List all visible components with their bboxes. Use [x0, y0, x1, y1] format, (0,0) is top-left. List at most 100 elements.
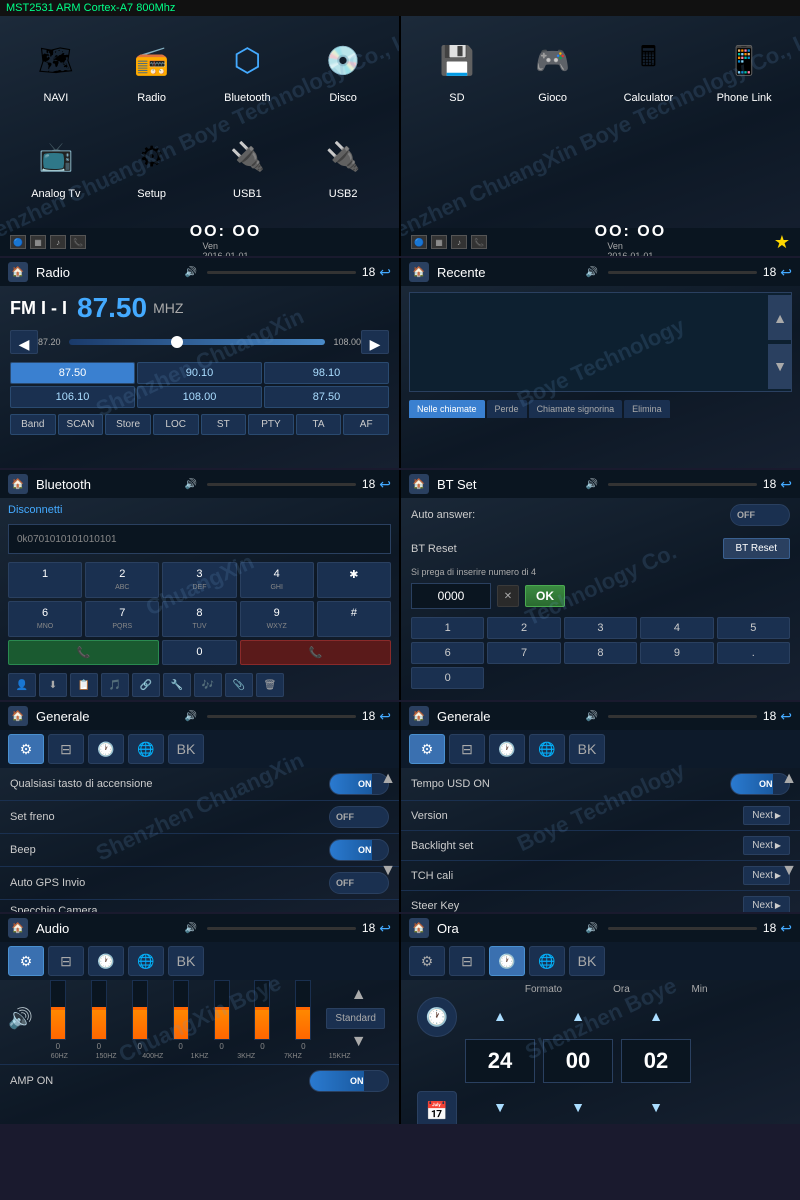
gen2-tab-bk[interactable]: BK — [569, 734, 605, 764]
tab-elimina[interactable]: Elimina — [624, 400, 670, 418]
formato-value[interactable]: 24 — [465, 1039, 535, 1083]
pin-4[interactable]: 4 — [640, 617, 713, 639]
pin-3[interactable]: 3 — [564, 617, 637, 639]
formato-down[interactable]: ▼ — [465, 1099, 535, 1117]
radio-vol-bar[interactable] — [207, 271, 356, 274]
gen1-vol-bar[interactable] — [207, 715, 356, 718]
numpad-call-red[interactable]: 📞 — [240, 640, 391, 665]
gen2-back-btn[interactable]: ↩ — [780, 708, 792, 725]
ora-home-btn[interactable]: 🏠 — [409, 918, 429, 938]
min-value[interactable]: 02 — [621, 1039, 691, 1083]
audio-vol-bar[interactable] — [207, 927, 356, 930]
bt-set-vol-bar[interactable] — [608, 483, 757, 486]
bt-call-log-icon[interactable]: 📋 — [70, 673, 98, 697]
audio-back-btn[interactable]: ↩ — [379, 920, 391, 937]
ora-tab-equalizer[interactable]: ⊟ — [449, 946, 485, 976]
recente-vol-bar[interactable] — [608, 271, 757, 274]
preset-4[interactable]: 106.10 — [10, 386, 135, 408]
eq-bar-3khz[interactable] — [214, 980, 230, 1040]
eq-bar-150hz[interactable] — [91, 980, 107, 1040]
numpad-2[interactable]: 2ABC — [85, 562, 159, 598]
ctrl-af[interactable]: AF — [343, 414, 389, 435]
audio-tab-clock[interactable]: 🕐 — [88, 946, 124, 976]
ora-tab-globe[interactable]: 🌐 — [529, 946, 565, 976]
preset-5[interactable]: 108.00 — [137, 386, 262, 408]
pin-2[interactable]: 2 — [487, 617, 560, 639]
numpad-3[interactable]: 3DEF — [162, 562, 236, 598]
app-calculator[interactable]: 🖩 Calculator — [603, 32, 695, 220]
recente-scroll-up[interactable]: ▲ — [768, 295, 792, 340]
recente-home-btn[interactable]: 🏠 — [409, 262, 429, 282]
bt-delete-icon[interactable]: 🗑 — [256, 673, 284, 697]
ora-down[interactable]: ▼ — [543, 1099, 613, 1117]
min-down[interactable]: ▼ — [621, 1099, 691, 1117]
ctrl-store[interactable]: Store — [105, 414, 151, 435]
pin-ok-btn[interactable]: OK — [525, 585, 565, 607]
eq-standard-btn[interactable]: Standard — [326, 1008, 385, 1029]
ora-back-btn[interactable]: ↩ — [780, 920, 792, 937]
recente-back-btn[interactable]: ↩ — [780, 264, 792, 281]
numpad-star[interactable]: ✱ — [317, 562, 391, 598]
audio-tab-settings[interactable]: ⚙ — [8, 946, 44, 976]
eq-bar-7khz[interactable] — [254, 980, 270, 1040]
app-setup[interactable]: ⚙ Setup — [106, 128, 198, 220]
numpad-9[interactable]: 9WXYZ — [240, 601, 314, 637]
ora-tab-bk[interactable]: BK — [569, 946, 605, 976]
radio-home-btn[interactable]: 🏠 — [8, 262, 28, 282]
bt-back-btn[interactable]: ↩ — [379, 476, 391, 493]
audio-tab-equalizer[interactable]: ⊟ — [48, 946, 84, 976]
app-navi[interactable]: 🗺 NAVI — [10, 32, 102, 124]
bt-disconnect-btn[interactable]: Disconnetti — [8, 504, 62, 516]
ctrl-st[interactable]: ST — [201, 414, 247, 435]
pin-input[interactable] — [411, 583, 491, 609]
bt-set-back-btn[interactable]: ↩ — [780, 476, 792, 493]
app-phone-link[interactable]: 📱 Phone Link — [698, 32, 790, 220]
radio-prev-btn[interactable]: ◀ — [10, 330, 38, 354]
app-bluetooth[interactable]: ⬡ Bluetooth — [202, 32, 294, 124]
eq-bar-400hz[interactable] — [132, 980, 148, 1040]
numpad-7[interactable]: 7PQRS — [85, 601, 159, 637]
pin-8[interactable]: 8 — [564, 642, 637, 664]
bt-home-btn[interactable]: 🏠 — [8, 474, 28, 494]
bt-set-home-btn[interactable]: 🏠 — [409, 474, 429, 494]
radio-slider[interactable] — [69, 339, 326, 345]
tab-nelle-chiamate[interactable]: Nelle chiamate — [409, 400, 485, 418]
eq-scroll-down[interactable]: ▼ — [326, 1033, 391, 1051]
gen2-scroll-down[interactable]: ▼ — [778, 862, 800, 880]
pin-delete-btn[interactable]: ✕ — [497, 585, 519, 607]
ctrl-band[interactable]: Band — [10, 414, 56, 435]
pin-7[interactable]: 7 — [487, 642, 560, 664]
eq-scroll-up[interactable]: ▲ — [326, 986, 391, 1004]
numpad-6[interactable]: 6MNO — [8, 601, 82, 637]
ora-up[interactable]: ▲ — [543, 1008, 613, 1026]
gen2-next-4[interactable]: Next — [743, 896, 790, 912]
bt-reset-btn[interactable]: BT Reset — [723, 538, 791, 559]
ctrl-ta[interactable]: TA — [296, 414, 342, 435]
app-usb2[interactable]: 🔌 USB2 — [297, 128, 389, 220]
eq-bar-60hz[interactable] — [50, 980, 66, 1040]
pin-1[interactable]: 1 — [411, 617, 484, 639]
gen1-tab-globe[interactable]: 🌐 — [128, 734, 164, 764]
bt-link-icon[interactable]: 🔗 — [132, 673, 160, 697]
bt-music-icon[interactable]: 🎶 — [194, 673, 222, 697]
audio-tab-globe[interactable]: 🌐 — [128, 946, 164, 976]
audio-tab-bk[interactable]: BK — [168, 946, 204, 976]
recente-scroll-down[interactable]: ▼ — [768, 344, 792, 389]
app-radio[interactable]: 📻 Radio — [106, 32, 198, 124]
preset-3[interactable]: 98.10 — [264, 362, 389, 384]
ora-tab-settings[interactable]: ⚙ — [409, 946, 445, 976]
ora-value[interactable]: 00 — [543, 1039, 613, 1083]
gen2-vol-bar[interactable] — [608, 715, 757, 718]
numpad-call-green[interactable]: 📞 — [8, 640, 159, 665]
app-disco[interactable]: 💿 Disco — [297, 32, 389, 124]
pin-dot[interactable]: . — [717, 642, 790, 664]
eq-bar-1khz[interactable] — [173, 980, 189, 1040]
radio-back-btn[interactable]: ↩ — [379, 264, 391, 281]
preset-1[interactable]: 87.50 — [10, 362, 135, 384]
ora-tab-clock[interactable]: 🕐 — [489, 946, 525, 976]
gen1-scroll-down[interactable]: ▼ — [377, 862, 399, 880]
gen1-scroll-up[interactable]: ▲ — [377, 770, 399, 788]
auto-answer-toggle[interactable]: OFF — [730, 504, 790, 526]
bt-contacts-icon[interactable]: 👤 — [8, 673, 36, 697]
numpad-0[interactable]: 0 — [162, 640, 236, 665]
